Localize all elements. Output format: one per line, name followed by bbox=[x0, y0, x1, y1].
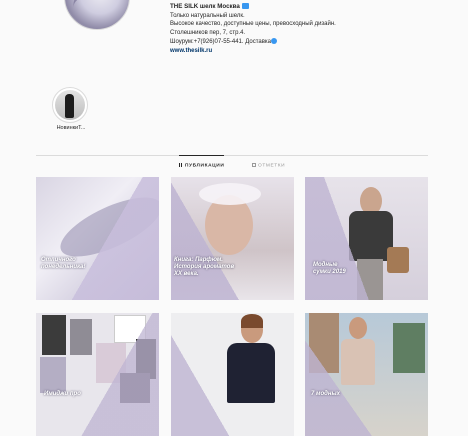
bio-line-4-row: Шоурум:+7(926)07-55-441. Доставка bbox=[170, 37, 336, 47]
bio-line-3: Столешников пер, 7, стр.4. bbox=[170, 30, 246, 37]
triangle-overlay bbox=[171, 313, 294, 436]
tag-icon bbox=[252, 163, 256, 167]
post-caption: Имиджи про bbox=[44, 391, 81, 397]
post-caption: 7 модных bbox=[311, 391, 340, 397]
grid-icon bbox=[179, 163, 183, 167]
post-caption: Модные сумки 2019 bbox=[313, 262, 346, 275]
tab-posts-label: ПУБЛИКАЦИИ bbox=[185, 163, 225, 169]
globe-icon bbox=[271, 37, 277, 44]
bio-line-1: Только натуральный шелк. bbox=[170, 12, 245, 19]
post-tile-4[interactable]: Имиджи про bbox=[36, 313, 159, 436]
story-highlight[interactable] bbox=[52, 87, 88, 123]
flag-icon bbox=[241, 3, 249, 9]
triangle-overlay bbox=[36, 177, 159, 300]
post-tile-2[interactable]: Книга: Парфюм. История ароматов XX века. bbox=[171, 177, 294, 300]
bio-line-2: Высокое качество, доступные цены, превос… bbox=[170, 21, 336, 28]
bio-line-4: Шоурум:+7(926)07-55-441. Доставка bbox=[170, 38, 271, 45]
tab-tagged[interactable]: ОТМЕТКИ bbox=[252, 163, 285, 169]
post-tile-3[interactable]: Модные сумки 2019 bbox=[305, 177, 428, 300]
triangle-overlay bbox=[171, 177, 294, 300]
silk-swirl-graphic bbox=[69, 0, 127, 23]
profile-avatar[interactable] bbox=[64, 0, 130, 30]
tab-posts[interactable]: ПУБЛИКАЦИИ bbox=[179, 155, 225, 169]
highlight-thumbnail bbox=[55, 90, 85, 120]
triangle-overlay bbox=[305, 313, 428, 436]
website-link[interactable]: www.thesilk.ru bbox=[170, 47, 336, 56]
triangle-overlay bbox=[305, 177, 428, 300]
post-caption: Книга: Парфюм. История ароматов XX века. bbox=[174, 257, 235, 277]
post-caption: Отличного понедельника! bbox=[41, 257, 86, 270]
profile-info: THE SILK шелк Москва Только натуральный … bbox=[170, 3, 336, 55]
post-tile-1[interactable]: Отличного понедельника! bbox=[36, 177, 159, 300]
profile-name: THE SILK шелк Москва bbox=[170, 3, 240, 10]
triangle-overlay bbox=[36, 313, 159, 436]
post-tile-5[interactable] bbox=[171, 313, 294, 436]
profile-name-row: THE SILK шелк Москва bbox=[170, 3, 336, 12]
tab-tagged-label: ОТМЕТКИ bbox=[258, 163, 286, 169]
highlight-label: НовинкиT... bbox=[56, 125, 86, 131]
profile-divider bbox=[36, 155, 428, 156]
highlight-figure bbox=[65, 94, 74, 118]
post-tile-6[interactable]: 7 модных bbox=[305, 313, 428, 436]
